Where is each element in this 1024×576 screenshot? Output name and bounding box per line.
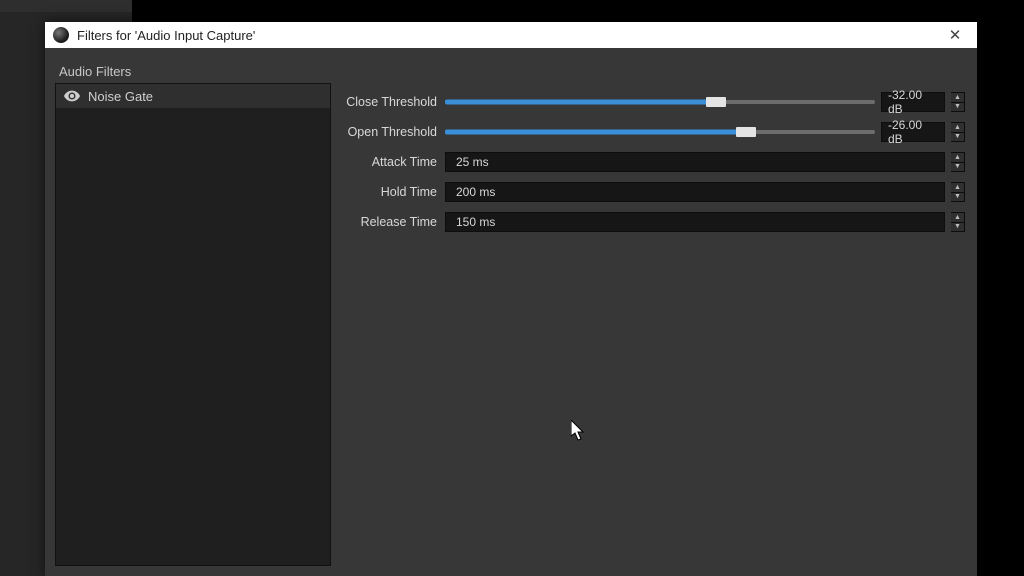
close-button[interactable]: ✕ [941, 25, 969, 45]
spinner-hold-time[interactable]: ▲ ▼ [951, 182, 965, 202]
dialog-title: Filters for 'Audio Input Capture' [77, 28, 933, 43]
value-release-time[interactable]: 150 ms [445, 212, 945, 232]
label-hold-time: Hold Time [345, 185, 439, 199]
slider-thumb[interactable] [706, 97, 726, 107]
slider-fill [445, 130, 746, 135]
close-icon: ✕ [949, 26, 962, 44]
audio-filters-heading: Audio Filters [59, 64, 967, 79]
value-hold-time[interactable]: 200 ms [445, 182, 945, 202]
spinner-up-icon[interactable]: ▲ [951, 213, 964, 223]
spinner-down-icon[interactable]: ▼ [951, 103, 964, 112]
obs-app-icon [53, 27, 69, 43]
content-row: Noise Gate Close Threshold -32.00 dB ▲ ▼ [55, 83, 967, 566]
properties-pane: Close Threshold -32.00 dB ▲ ▼ Open Thres… [331, 83, 967, 566]
row-hold-time: Hold Time 200 ms ▲ ▼ [345, 177, 965, 207]
spinner-attack-time[interactable]: ▲ ▼ [951, 152, 965, 172]
visibility-eye-icon[interactable] [64, 88, 80, 104]
spinner-down-icon[interactable]: ▼ [951, 223, 964, 232]
label-open-threshold: Open Threshold [345, 125, 439, 139]
filter-list[interactable]: Noise Gate [55, 83, 331, 566]
spinner-up-icon[interactable]: ▲ [951, 183, 964, 193]
filter-item-noise-gate[interactable]: Noise Gate [56, 84, 330, 108]
spinner-down-icon[interactable]: ▼ [951, 193, 964, 202]
value-attack-time[interactable]: 25 ms [445, 152, 945, 172]
spinner-down-icon[interactable]: ▼ [951, 163, 964, 172]
spinner-up-icon[interactable]: ▲ [951, 153, 964, 163]
row-open-threshold: Open Threshold -26.00 dB ▲ ▼ [345, 117, 965, 147]
label-release-time: Release Time [345, 215, 439, 229]
spinner-up-icon[interactable]: ▲ [951, 123, 964, 133]
row-attack-time: Attack Time 25 ms ▲ ▼ [345, 147, 965, 177]
dialog-body: Audio Filters Noise Gate Close Threshold [45, 48, 977, 576]
row-close-threshold: Close Threshold -32.00 dB ▲ ▼ [345, 87, 965, 117]
label-attack-time: Attack Time [345, 155, 439, 169]
dialog-titlebar[interactable]: Filters for 'Audio Input Capture' ✕ [45, 22, 977, 48]
filter-item-label: Noise Gate [88, 89, 153, 104]
slider-open-threshold[interactable] [445, 125, 875, 139]
spinner-close-threshold[interactable]: ▲ ▼ [951, 92, 965, 112]
spinner-open-threshold[interactable]: ▲ ▼ [951, 122, 965, 142]
slider-close-threshold[interactable] [445, 95, 875, 109]
slider-thumb[interactable] [736, 127, 756, 137]
filters-dialog: Filters for 'Audio Input Capture' ✕ Audi… [45, 22, 977, 576]
spinner-release-time[interactable]: ▲ ▼ [951, 212, 965, 232]
value-close-threshold[interactable]: -32.00 dB [881, 92, 945, 112]
row-release-time: Release Time 150 ms ▲ ▼ [345, 207, 965, 237]
app-chrome-top [0, 0, 132, 12]
spinner-up-icon[interactable]: ▲ [951, 93, 964, 103]
spinner-down-icon[interactable]: ▼ [951, 133, 964, 142]
label-close-threshold: Close Threshold [345, 95, 439, 109]
slider-fill [445, 100, 716, 105]
value-open-threshold[interactable]: -26.00 dB [881, 122, 945, 142]
